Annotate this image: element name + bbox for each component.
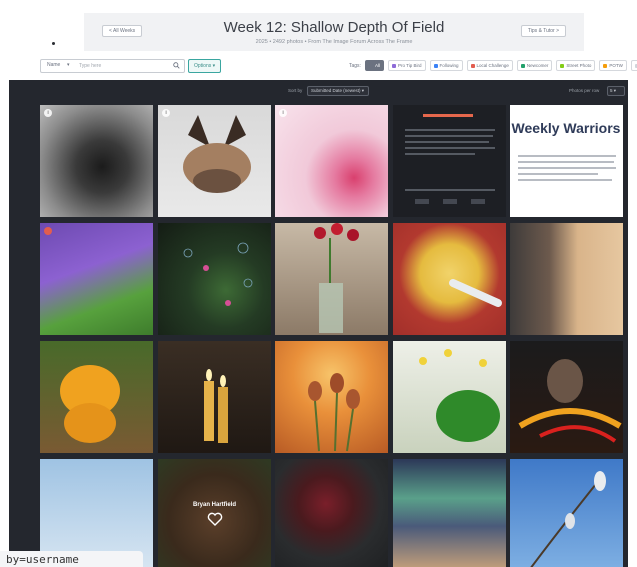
- tag-color-swatch: [470, 63, 475, 68]
- tag-color-swatch: [560, 63, 565, 68]
- status-url-tooltip: by=username: [0, 551, 143, 567]
- text-post-lines: [405, 114, 495, 204]
- photo-gallery: Sort by Submitted Date (newest) ▾ Photos…: [9, 80, 628, 567]
- photo-tile-red-fruit[interactable]: [275, 459, 388, 567]
- spoon-illustration: [449, 279, 502, 307]
- tag-filter-0[interactable]: All: [365, 60, 385, 71]
- photo-tile-metalwork[interactable]: [510, 341, 623, 453]
- tag-filter-6[interactable]: POTW: [599, 60, 627, 71]
- photo-tile-dog[interactable]: Bryan Hartfield: [158, 459, 271, 567]
- photo-tile-garfield-toy[interactable]: [40, 341, 153, 453]
- search-input[interactable]: [79, 61, 169, 71]
- tag-color-swatch: [603, 63, 608, 68]
- tag-filter-5[interactable]: Street Photo: [556, 60, 596, 71]
- tag-label: Following: [439, 63, 459, 68]
- tag-filter-3[interactable]: Local Challenge: [466, 60, 513, 71]
- tag-color-swatch: [433, 63, 438, 68]
- tag-label: Pro Tip Bird: [398, 63, 422, 68]
- photo-tile-applesauce[interactable]: [393, 223, 506, 335]
- tips-button[interactable]: Tips & Tutor >: [520, 25, 566, 37]
- sort-label: Sort by: [288, 88, 303, 93]
- cat-ears-illustration: [183, 115, 251, 193]
- photo-tile-pussy-willow[interactable]: [510, 459, 623, 567]
- toy-illustration: [60, 365, 120, 443]
- weekly-warriors-wordmark: Weekly Warriors: [512, 120, 621, 136]
- options-button[interactable]: Options ▾: [188, 59, 222, 73]
- gallery-controls: Sort by Submitted Date (newest) ▾ Photos…: [9, 86, 628, 98]
- page: < All Weeks Week 12: Shallow Depth Of Fi…: [0, 0, 637, 567]
- page-title: Week 12: Shallow Depth Of Field: [223, 19, 445, 36]
- info-icon[interactable]: i: [162, 109, 170, 117]
- chevron-down-icon: ▾: [67, 62, 70, 68]
- page-subtitle: 2025 • 2492 photos • From The Image Foru…: [255, 39, 413, 45]
- leaves-illustration: [419, 349, 500, 442]
- info-icon[interactable]: i: [279, 109, 287, 117]
- photo-tile-aurora[interactable]: [393, 459, 506, 567]
- photo-tile-text-post[interactable]: [393, 105, 506, 217]
- photo-tile-bw-cat[interactable]: i: [40, 105, 153, 217]
- search-icon[interactable]: [173, 62, 180, 69]
- candles-illustration: [204, 369, 228, 443]
- info-icon[interactable]: i: [44, 109, 52, 117]
- tag-color-swatch: [520, 63, 525, 68]
- weekly-warriors-logo: Weekly Warriors: [512, 120, 621, 181]
- tag-filter-1[interactable]: Pro Tip Bird: [388, 60, 426, 71]
- branch-illustration: [530, 471, 606, 567]
- metalwork-illustration: [518, 359, 622, 443]
- tag-label: POTW: [609, 63, 623, 68]
- search-scope-select[interactable]: Name: [47, 62, 60, 68]
- per-row-select[interactable]: 5 ▾: [607, 86, 625, 96]
- tag-filter-7[interactable]: Fav: [630, 60, 637, 71]
- sort-select[interactable]: Submitted Date (newest) ▾: [307, 86, 369, 96]
- photo-tile-green-leaves[interactable]: [393, 341, 506, 453]
- tags-label: Tags:: [349, 63, 361, 69]
- photo-tile-pink-blossom[interactable]: i: [275, 105, 388, 217]
- flag-icon[interactable]: !: [44, 227, 52, 235]
- photo-tile-purple-crocus[interactable]: !: [40, 223, 153, 335]
- tag-filter-2[interactable]: Following: [429, 60, 463, 71]
- tag-filter-4[interactable]: Newcomer: [516, 60, 553, 71]
- photo-tile-orange-tulips[interactable]: [275, 341, 388, 453]
- tulip-vase-illustration: [314, 223, 359, 333]
- tag-label: Newcomer: [526, 63, 549, 68]
- bokeh-dots: [183, 242, 253, 306]
- photo-tile-tulip-vase[interactable]: [275, 223, 388, 335]
- photo-tile-candles[interactable]: [158, 341, 271, 453]
- heart-icon[interactable]: [207, 512, 223, 526]
- tag-filter-list: All Pro Tip Bird Following Local Challenge N…: [365, 60, 637, 71]
- tag-color-swatch: [392, 63, 397, 68]
- per-row-label: Photos per row: [569, 88, 600, 93]
- tulips-illustration: [308, 373, 360, 452]
- photographer-name: Bryan Hartfield: [192, 502, 236, 508]
- tag-label: Local Challenge: [476, 63, 509, 68]
- page-header: < All Weeks Week 12: Shallow Depth Of Fi…: [84, 13, 584, 51]
- tag-label: Street Photo: [566, 63, 592, 68]
- photo-tile-siamese-cat[interactable]: i: [158, 105, 271, 217]
- photo-tile-bokeh-garden[interactable]: [158, 223, 271, 335]
- search-box[interactable]: Name ▾: [40, 59, 185, 73]
- photo-tile-weekly-warriors[interactable]: Weekly Warriors: [510, 105, 623, 217]
- photo-tile-child-portrait[interactable]: [510, 223, 623, 335]
- marker-dot: [52, 42, 55, 45]
- filter-bar: Name ▾ Options ▾ Tags: All Pro Tip Bird Fo…: [34, 57, 637, 75]
- tag-label: All: [375, 63, 381, 68]
- tag-color-swatch: [369, 63, 373, 68]
